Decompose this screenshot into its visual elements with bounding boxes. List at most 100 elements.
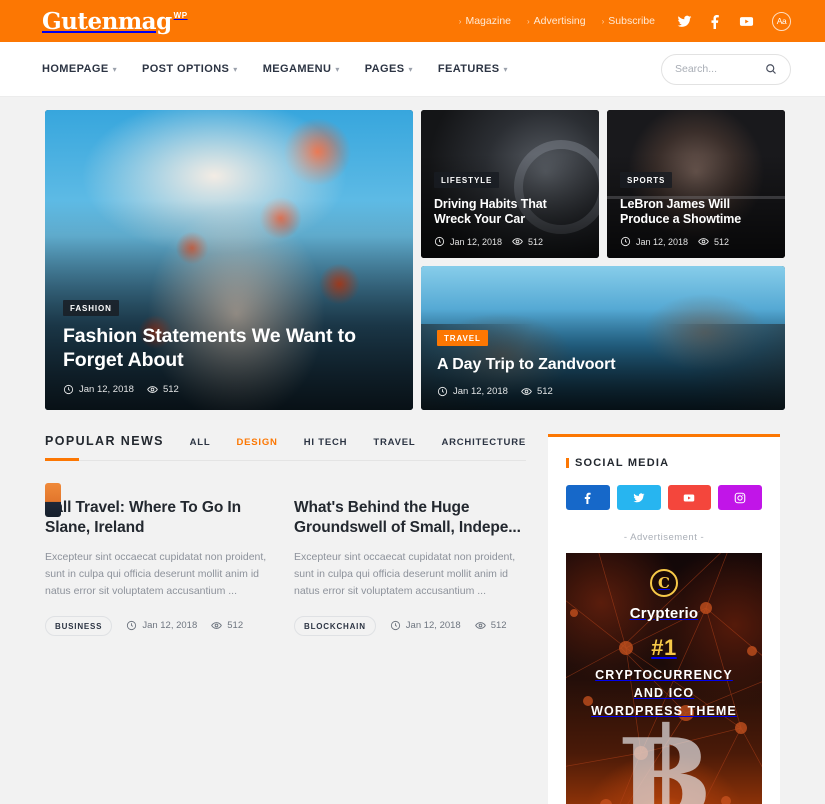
search-box[interactable] (661, 53, 791, 85)
top-link-label: Subscribe (608, 15, 655, 27)
main-navigation: HOMEPAGE ▾ POST OPTIONS ▾ MEGAMENU ▾ PAG… (0, 42, 825, 97)
instagram-button[interactable] (718, 485, 762, 510)
hero-card-lifestyle[interactable]: LIFESTYLE Driving Habits That Wreck Your… (421, 110, 599, 258)
category-badge[interactable]: SPORTS (620, 171, 673, 188)
clock-icon (63, 384, 74, 395)
twitter-button[interactable] (616, 485, 661, 510)
category-badge[interactable]: TRAVEL (437, 330, 488, 347)
top-link-subscribe[interactable]: › Subscribe (602, 15, 655, 27)
chevron-right-icon: › (527, 16, 530, 26)
hero-card-meta: Jan 12, 2018 512 (437, 386, 769, 397)
post-list: Fall Travel: Where To Go In Slane, Irela… (45, 461, 526, 636)
hero-card-title: A Day Trip to Zandvoort (437, 356, 616, 374)
hero-main-meta: Jan 12, 2018 512 (63, 384, 395, 395)
widget-title: SOCIAL MEDIA (566, 457, 762, 469)
hero-card-travel[interactable]: TRAVEL A Day Trip to Zandvoort Jan 12, 2… (421, 266, 785, 410)
post-card: Fall Travel: Where To Go In Slane, Irela… (45, 483, 277, 636)
youtube-button[interactable] (667, 485, 712, 510)
twitter-icon (633, 492, 645, 502)
section-underline (45, 458, 79, 461)
hero-card-title: LeBron James Will Produce a Showtime (620, 196, 742, 226)
date-meta: Jan 12, 2018 (390, 620, 461, 631)
clock-icon (127, 621, 137, 631)
tab-architecture[interactable]: ARCHITECTURE (441, 437, 526, 448)
site-logo[interactable]: Gutenmag WP (42, 10, 188, 33)
top-link-label: Magazine (465, 15, 511, 27)
clock-icon (434, 236, 445, 247)
views-meta: 512 (521, 386, 553, 397)
post-meta: BUSINESS Jan 12, 2018 512 (45, 615, 277, 636)
hero-card-body: LIFESTYLE Driving Habits That Wreck Your… (421, 160, 599, 259)
top-bar: Gutenmag WP › Magazine › Advertising › S… (0, 0, 825, 42)
tab-design[interactable]: DESIGN (237, 437, 278, 448)
clock-icon (620, 236, 631, 247)
popular-news-header: POPULAR NEWS ALL DESIGN HI TECH TRAVEL A… (45, 434, 526, 461)
section-title: POPULAR NEWS (45, 434, 164, 448)
post-category-pill[interactable]: BLOCKCHAIN (294, 615, 376, 636)
main-column: POPULAR NEWS ALL DESIGN HI TECH TRAVEL A… (45, 434, 526, 804)
advertisement-brand: Crypterio (629, 605, 699, 622)
instagram-icon (734, 492, 746, 503)
chevron-right-icon: › (458, 16, 462, 26)
youtube-icon[interactable] (739, 14, 754, 29)
youtube-icon (684, 494, 695, 501)
facebook-button[interactable] (566, 485, 610, 510)
eye-icon (698, 238, 709, 245)
nav-item-label: FEATURES (437, 63, 500, 75)
hero-main-card[interactable]: FASHION Fashion Statements We Want to Fo… (45, 110, 413, 410)
tab-all[interactable]: ALL (190, 437, 211, 448)
bitcoin-symbol: ฿ (620, 701, 708, 804)
hero-card-body: SPORTS LeBron James Will Produce a Showt… (607, 160, 785, 259)
views-meta: 512 (698, 236, 729, 247)
views-meta: 512 (147, 384, 179, 395)
eye-icon (147, 386, 158, 393)
nav-items: HOMEPAGE ▾ POST OPTIONS ▾ MEGAMENU ▾ PAG… (42, 63, 508, 75)
category-badge[interactable]: LIFESTYLE (434, 171, 500, 188)
eye-icon (474, 622, 486, 630)
nav-item-megamenu[interactable]: MEGAMENU ▾ (263, 63, 340, 75)
post-excerpt: Excepteur sint occaecat cupidatat non pr… (294, 550, 516, 597)
nav-item-post-options[interactable]: POST OPTIONS ▾ (142, 63, 238, 75)
clock-icon (437, 386, 448, 397)
search-input[interactable] (675, 63, 765, 75)
hero-card-body: TRAVEL A Day Trip to Zandvoort Jan 12, 2… (421, 316, 785, 410)
facebook-icon (584, 492, 591, 504)
views-meta: 512 (474, 620, 507, 631)
category-badge[interactable]: FASHION (63, 300, 119, 317)
hero-section: FASHION Fashion Statements We Want to Fo… (0, 97, 825, 410)
nav-item-features[interactable]: FEATURES ▾ (438, 63, 508, 75)
advertisement-banner[interactable]: ฿ C Crypterio #1 CRYPTOCURRENCY AND ICO … (566, 553, 762, 804)
sidebar: SOCIAL MEDIA - Advertisement - ฿ C Crypt… (548, 434, 780, 804)
date-meta: Jan 12, 2018 (437, 386, 508, 397)
date-meta: Jan 12, 2018 (434, 236, 502, 247)
tab-hi-tech[interactable]: HI TECH (304, 437, 348, 448)
tab-travel[interactable]: TRAVEL (373, 437, 415, 448)
post-card: What's Behind the Huge Groundswell of Sm… (294, 483, 526, 636)
hero-card-meta: Jan 12, 2018 512 (434, 236, 586, 247)
eye-icon (211, 622, 223, 630)
advertisement-label: - Advertisement - (623, 532, 705, 543)
nav-item-homepage[interactable]: HOMEPAGE ▾ (42, 63, 117, 75)
search-area (661, 53, 791, 85)
clock-icon (390, 621, 400, 631)
top-link-magazine[interactable]: › Magazine (459, 15, 511, 27)
chevron-down-icon: ▾ (335, 64, 340, 74)
nav-item-label: PAGES (364, 63, 405, 75)
hero-card-meta: Jan 12, 2018 512 (620, 236, 772, 247)
hero-card-sports[interactable]: SPORTS LeBron James Will Produce a Showt… (607, 110, 785, 258)
post-title[interactable]: What's Behind the Huge Groundswell of Sm… (294, 498, 526, 538)
advertisement-content: C Crypterio #1 CRYPTOCURRENCY AND ICO WO… (566, 553, 762, 720)
post-title[interactable]: Fall Travel: Where To Go In Slane, Irela… (45, 498, 277, 538)
crypterio-coin-logo: C (650, 569, 678, 597)
chevron-down-icon: ▾ (233, 64, 238, 74)
hero-main-title: Fashion Statements We Want to Forget Abo… (63, 325, 356, 372)
advertisement-line-3: WORDPRESS THEME (591, 704, 737, 719)
search-icon[interactable] (765, 63, 777, 75)
nav-item-pages[interactable]: PAGES ▾ (365, 63, 413, 75)
font-size-toggle[interactable]: Aa (772, 11, 791, 31)
top-link-advertising[interactable]: › Advertising (527, 15, 586, 27)
facebook-icon[interactable] (708, 14, 723, 29)
date-meta: Jan 12, 2018 (620, 236, 688, 247)
post-category-pill[interactable]: BUSINESS (45, 615, 113, 636)
twitter-icon[interactable] (677, 14, 692, 29)
